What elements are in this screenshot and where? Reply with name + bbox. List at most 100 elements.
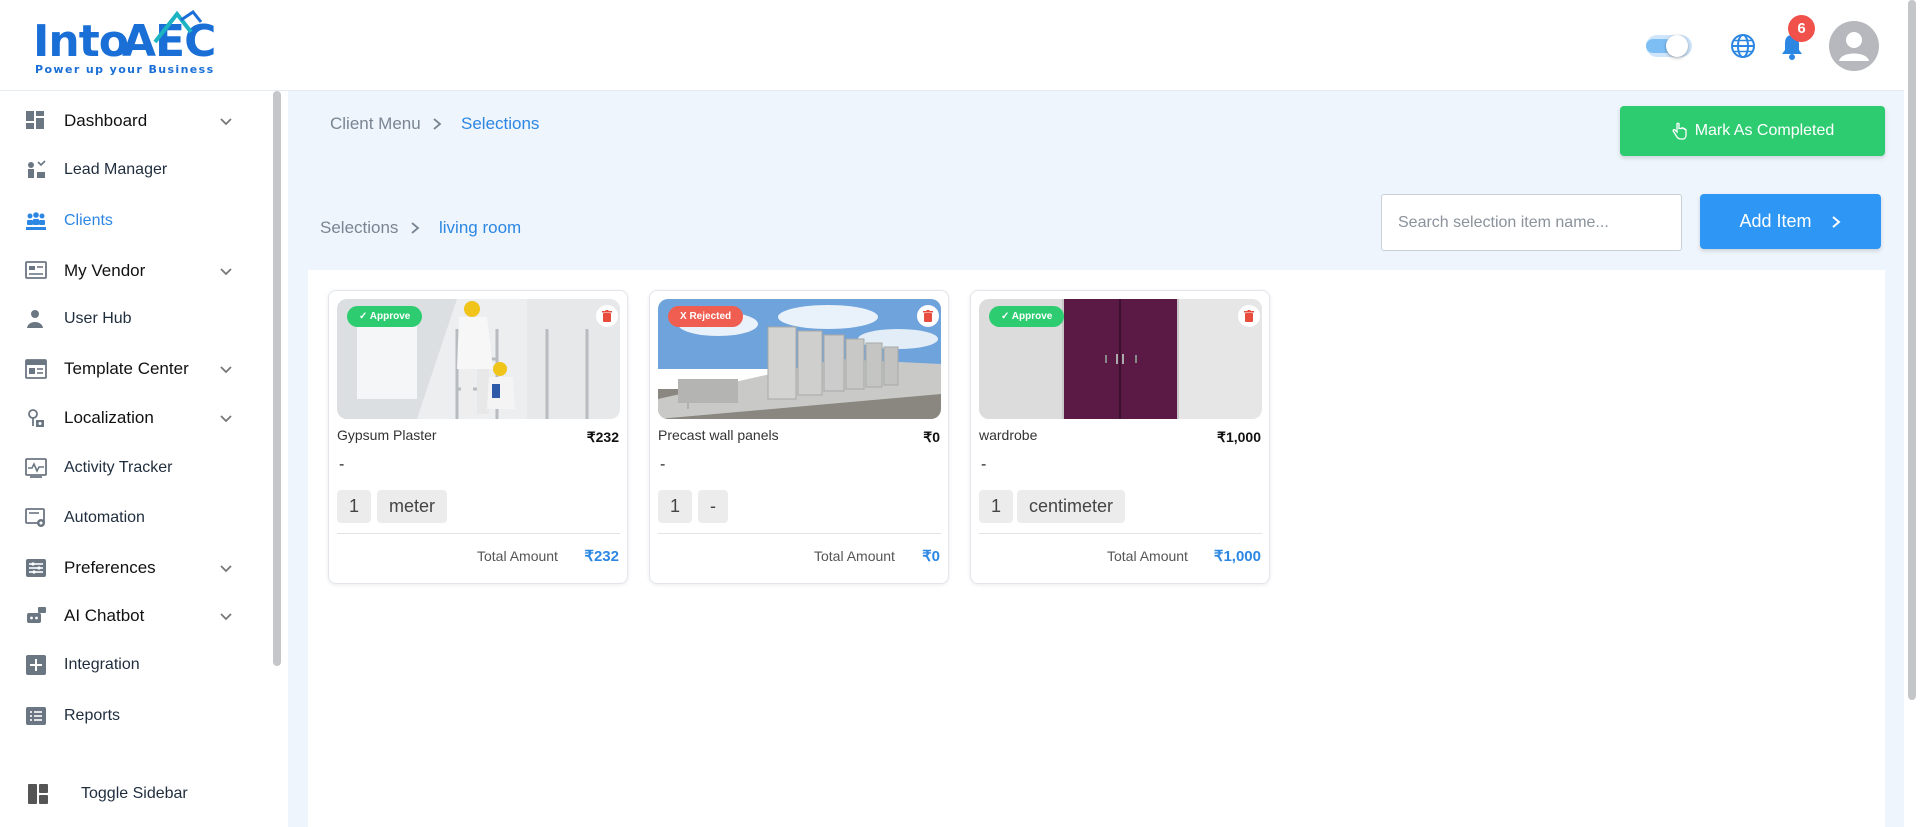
breadcrumb-living-room[interactable]: living room <box>439 218 521 238</box>
logo-tagline: Power up your Business <box>35 63 215 76</box>
breadcrumb-sub-selections[interactable]: Selections <box>320 218 398 238</box>
add-item-label: Add Item <box>1739 211 1812 231</box>
lead-manager-icon <box>28 160 46 178</box>
item-quantity: 1 <box>337 490 372 523</box>
automation-icon <box>25 508 45 527</box>
search-selection-input[interactable] <box>1381 194 1682 251</box>
sidebar-item-label: Automation <box>64 509 145 526</box>
trash-icon <box>1244 310 1254 322</box>
total-amount-value: ₹232 <box>584 548 619 565</box>
mark-as-completed-label: Mark As Completed <box>1694 122 1835 139</box>
sidebar-item-template-center[interactable]: Template Center <box>0 349 260 389</box>
sidebar-item-activity-tracker[interactable]: Activity Tracker <box>0 448 260 488</box>
chevron-down-icon <box>220 366 232 374</box>
sidebar-item-lead-manager[interactable]: Lead Manager <box>0 150 260 190</box>
item-description: - <box>660 456 666 473</box>
sidebar-item-label: Integration <box>64 656 140 673</box>
selection-card[interactable]: X Rejected Precast wall panels ₹0 - 1 - … <box>649 290 949 584</box>
chevron-down-icon <box>220 613 232 621</box>
card-divider <box>979 533 1262 534</box>
breadcrumb-selections[interactable]: Selections <box>461 114 539 134</box>
total-amount-label: Total Amount <box>814 548 895 564</box>
avatar-person-icon <box>1839 32 1869 61</box>
selection-card[interactable]: ✓ Approve Gypsum Plaster ₹232 - 1 meter … <box>328 290 628 584</box>
item-image: ✓ Approve <box>979 299 1262 419</box>
sidebar-item-ai-chatbot[interactable]: AI Chatbot <box>0 596 260 636</box>
item-price: ₹0 <box>923 429 940 445</box>
sidebar-item-label: Localization <box>64 408 154 427</box>
sidebar-item-label: Lead Manager <box>64 161 168 178</box>
chatbot-icon <box>27 607 46 623</box>
total-amount-label: Total Amount <box>477 548 558 564</box>
trash-icon <box>923 310 933 322</box>
total-amount-label: Total Amount <box>1107 548 1188 564</box>
dashboard-icon <box>26 111 44 129</box>
notification-badge: 6 <box>1788 15 1815 42</box>
reports-icon <box>26 707 46 725</box>
sidebar-item-label: My Vendor <box>64 261 146 280</box>
trash-icon <box>602 310 612 322</box>
item-description: - <box>339 456 345 473</box>
localization-icon <box>28 409 44 427</box>
item-unit: - <box>698 490 728 523</box>
item-name: Precast wall panels <box>658 427 779 443</box>
user-avatar[interactable] <box>1829 21 1879 71</box>
chevron-down-icon <box>220 118 232 126</box>
chevron-down-icon <box>220 415 232 423</box>
total-amount-value: ₹1,000 <box>1213 548 1261 565</box>
item-image: ✓ Approve <box>337 299 620 419</box>
clients-icon <box>26 212 46 230</box>
sidebar-item-my-vendor[interactable]: My Vendor <box>0 251 260 291</box>
sidebar-item-clients[interactable]: Clients <box>0 201 260 241</box>
item-name: Gypsum Plaster <box>337 427 437 443</box>
delete-button[interactable] <box>1238 305 1260 327</box>
logo-triangle-icon <box>153 10 203 44</box>
sidebar-item-label: Activity Tracker <box>64 459 173 476</box>
sidebar-item-dashboard[interactable]: Dashboard <box>0 101 260 141</box>
add-item-button[interactable]: Add Item <box>1700 194 1881 249</box>
item-quantity: 1 <box>658 490 693 523</box>
page-scrollbar[interactable] <box>1904 0 1920 827</box>
selection-card[interactable]: ✓ Approve wardrobe ₹1,000 - 1 centimeter… <box>970 290 1270 584</box>
item-description: - <box>981 456 987 473</box>
item-price: ₹1,000 <box>1217 429 1261 445</box>
globe-icon[interactable] <box>1730 33 1756 59</box>
toggle-sidebar-button[interactable]: Toggle Sidebar <box>0 774 260 814</box>
item-name: wardrobe <box>979 427 1038 443</box>
sidebar: Dashboard Lead Manager Clients My Vendor… <box>0 91 288 827</box>
mark-as-completed-button[interactable]: Mark As Completed <box>1620 106 1885 156</box>
preferences-icon <box>26 559 46 577</box>
theme-toggle[interactable] <box>1646 35 1692 57</box>
top-header: IntoAEC Power up your Business 6 <box>0 0 1920 91</box>
sidebar-scrollbar[interactable] <box>273 91 281 666</box>
item-image: X Rejected <box>658 299 941 419</box>
total-amount-value: ₹0 <box>922 548 940 565</box>
sidebar-item-localization[interactable]: Localization <box>0 398 260 438</box>
sidebar-item-label: User Hub <box>64 310 132 327</box>
sidebar-item-user-hub[interactable]: User Hub <box>0 299 260 339</box>
status-badge-approve: ✓ Approve <box>347 306 423 327</box>
card-divider <box>337 533 620 534</box>
sidebar-item-label: Preferences <box>64 558 156 577</box>
sidebar-layout-icon <box>28 784 48 804</box>
page-scrollbar-thumb[interactable] <box>1908 0 1916 700</box>
delete-button[interactable] <box>596 305 618 327</box>
vendor-icon <box>25 261 47 279</box>
sidebar-item-reports[interactable]: Reports <box>0 696 260 736</box>
toggle-knob <box>1666 35 1688 57</box>
breadcrumb-client-menu[interactable]: Client Menu <box>330 114 421 134</box>
sidebar-item-label: Clients <box>64 212 113 229</box>
card-divider <box>658 533 941 534</box>
sidebar-item-label: Reports <box>64 707 121 724</box>
sidebar-item-automation[interactable]: Automation <box>0 498 260 538</box>
sidebar-item-preferences[interactable]: Preferences <box>0 548 260 588</box>
sidebar-item-integration[interactable]: Integration <box>0 645 260 685</box>
intoaec-logo[interactable]: IntoAEC Power up your Business <box>33 10 223 80</box>
item-quantity: 1 <box>979 490 1014 523</box>
item-unit: centimeter <box>1017 490 1126 523</box>
status-badge-approve: ✓ Approve <box>989 306 1065 327</box>
delete-button[interactable] <box>917 305 939 327</box>
chevron-down-icon <box>220 565 232 573</box>
integration-icon <box>26 655 46 675</box>
chevron-right-icon <box>411 222 420 234</box>
